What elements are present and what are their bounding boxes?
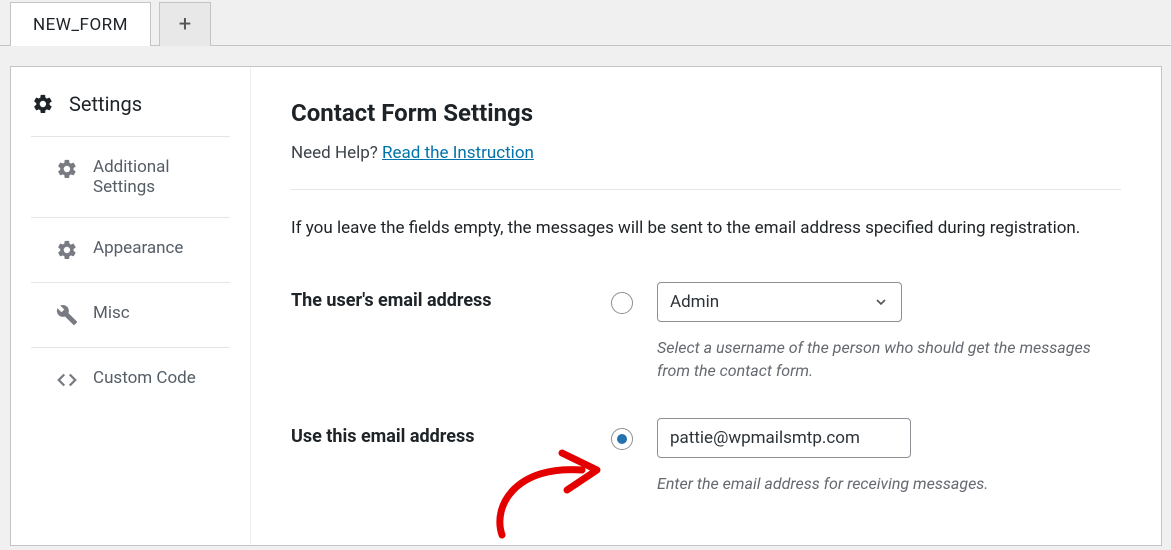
- field-hint: Select a username of the person who shou…: [657, 336, 1117, 382]
- sidebar-item-label: Misc: [93, 303, 130, 323]
- field-label: The user's email address: [291, 282, 611, 311]
- gear-icon: [55, 238, 79, 262]
- intro-text: If you leave the fields empty, the messa…: [291, 216, 1101, 242]
- field-use-email: Use this email address Enter the email a…: [291, 418, 1121, 495]
- sidebar-item-custom-code[interactable]: Custom Code: [31, 347, 230, 412]
- email-input[interactable]: [657, 418, 911, 458]
- settings-panel: Settings Additional Settings Appearance: [10, 66, 1162, 546]
- sidebar-item-settings[interactable]: Settings: [11, 92, 250, 136]
- help-prefix: Need Help?: [291, 143, 382, 163]
- tabs-bar: NEW_FORM +: [0, 0, 1171, 46]
- code-icon: [55, 368, 79, 392]
- select-value: Admin: [670, 292, 719, 312]
- help-row: Need Help? Read the Instruction: [291, 143, 1121, 190]
- sidebar: Settings Additional Settings Appearance: [11, 67, 251, 545]
- select-username[interactable]: Admin: [657, 282, 902, 322]
- field-user-email: The user's email address Admin Select a …: [291, 282, 1121, 382]
- gear-icon: [55, 157, 79, 181]
- chevron-down-icon: [873, 294, 889, 310]
- page-title: Contact Form Settings: [291, 99, 1121, 127]
- gear-icon: [31, 92, 55, 116]
- plus-icon: +: [179, 12, 191, 37]
- help-link[interactable]: Read the Instruction: [382, 143, 534, 163]
- tab-add-button[interactable]: +: [159, 2, 211, 46]
- sidebar-item-label: Appearance: [93, 238, 183, 258]
- tab-label: NEW_FORM: [33, 15, 128, 35]
- content-area: Contact Form Settings Need Help? Read th…: [251, 67, 1161, 545]
- sidebar-item-additional-settings[interactable]: Additional Settings: [31, 136, 230, 217]
- tab-new-form[interactable]: NEW_FORM: [10, 2, 151, 46]
- sidebar-item-label: Settings: [69, 92, 142, 116]
- field-hint: Enter the email address for receiving me…: [657, 472, 988, 495]
- sidebar-item-appearance[interactable]: Appearance: [31, 217, 230, 282]
- sidebar-item-misc[interactable]: Misc: [31, 282, 230, 347]
- field-label: Use this email address: [291, 418, 611, 447]
- wrench-icon: [55, 303, 79, 327]
- sidebar-item-label: Custom Code: [93, 368, 196, 388]
- radio-user-email[interactable]: [611, 292, 633, 314]
- radio-use-email[interactable]: [611, 428, 633, 450]
- sidebar-item-label: Additional Settings: [93, 157, 210, 197]
